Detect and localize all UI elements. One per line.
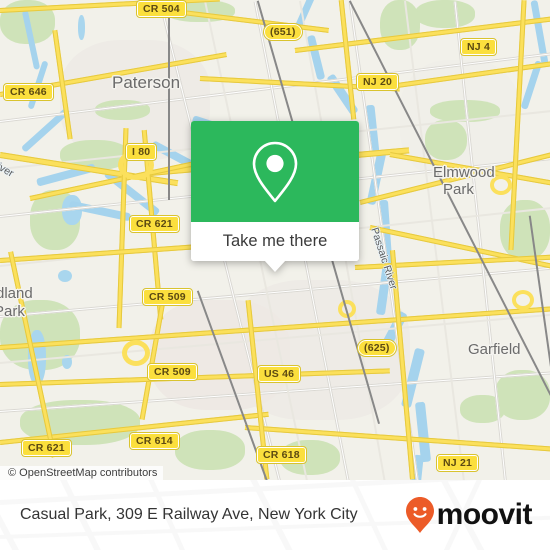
attribution-bar: © OpenStreetMap contributors [0, 466, 164, 480]
highway-shield: CR 646 [3, 83, 54, 101]
highway-shield: NJ 20 [355, 73, 400, 91]
map-interchange [122, 340, 150, 366]
map-place-label: dland [0, 285, 33, 302]
highway-shield: (651) [263, 23, 303, 41]
map-park [425, 120, 467, 160]
map-park [175, 430, 245, 470]
popup-pointer-tail [264, 260, 286, 272]
highway-shield: CR 509 [142, 288, 193, 306]
highway-shield: US 46 [256, 365, 302, 383]
location-title: Casual Park, 309 E Railway Ave, New York… [20, 506, 358, 523]
highway-shield: CR 614 [129, 432, 180, 450]
highway-shield: NJ 21 [435, 454, 480, 472]
footer-bar: Casual Park, 309 E Railway Ave, New York… [0, 480, 550, 550]
map-park [415, 0, 475, 28]
map-place-label: Elmwood [433, 164, 495, 181]
map-place-label: Paterson [112, 73, 181, 92]
highway-shield: NJ 4 [460, 38, 497, 56]
map-lake [58, 270, 72, 282]
map-canvas[interactable]: PatersonElmwoodParkGarfielddlandPark Pas… [0, 0, 550, 480]
popup-image-area [191, 121, 359, 222]
highway-shield: CR 509 [147, 363, 198, 381]
map-place-label: Park [0, 303, 25, 320]
take-me-there-button[interactable]: Take me there [191, 222, 359, 261]
highway-shield: CR 504 [136, 0, 187, 18]
moovit-logo: moovit [404, 495, 533, 535]
map-place-label: Garfield [468, 341, 521, 358]
highway-shield: CR 621 [129, 215, 180, 233]
moovit-map-share-card: PatersonElmwoodParkGarfielddlandPark Pas… [0, 0, 550, 550]
location-popup-card[interactable]: Take me there [191, 121, 359, 272]
map-interchange [512, 290, 534, 310]
map-place-label: Park [443, 181, 474, 198]
highway-shield: I 80 [124, 143, 158, 161]
highway-shield: CR 621 [21, 439, 72, 457]
map-railway [168, 0, 170, 200]
highway-shield: (625) [357, 339, 397, 357]
map-pin-icon [252, 141, 298, 202]
moovit-wordmark: moovit [436, 498, 533, 531]
attribution-text: © OpenStreetMap contributors [8, 467, 158, 479]
highway-shield: CR 618 [256, 446, 307, 464]
map-park [380, 0, 420, 50]
map-lake [78, 15, 85, 40]
moovit-smiling-pin-icon [405, 497, 434, 533]
